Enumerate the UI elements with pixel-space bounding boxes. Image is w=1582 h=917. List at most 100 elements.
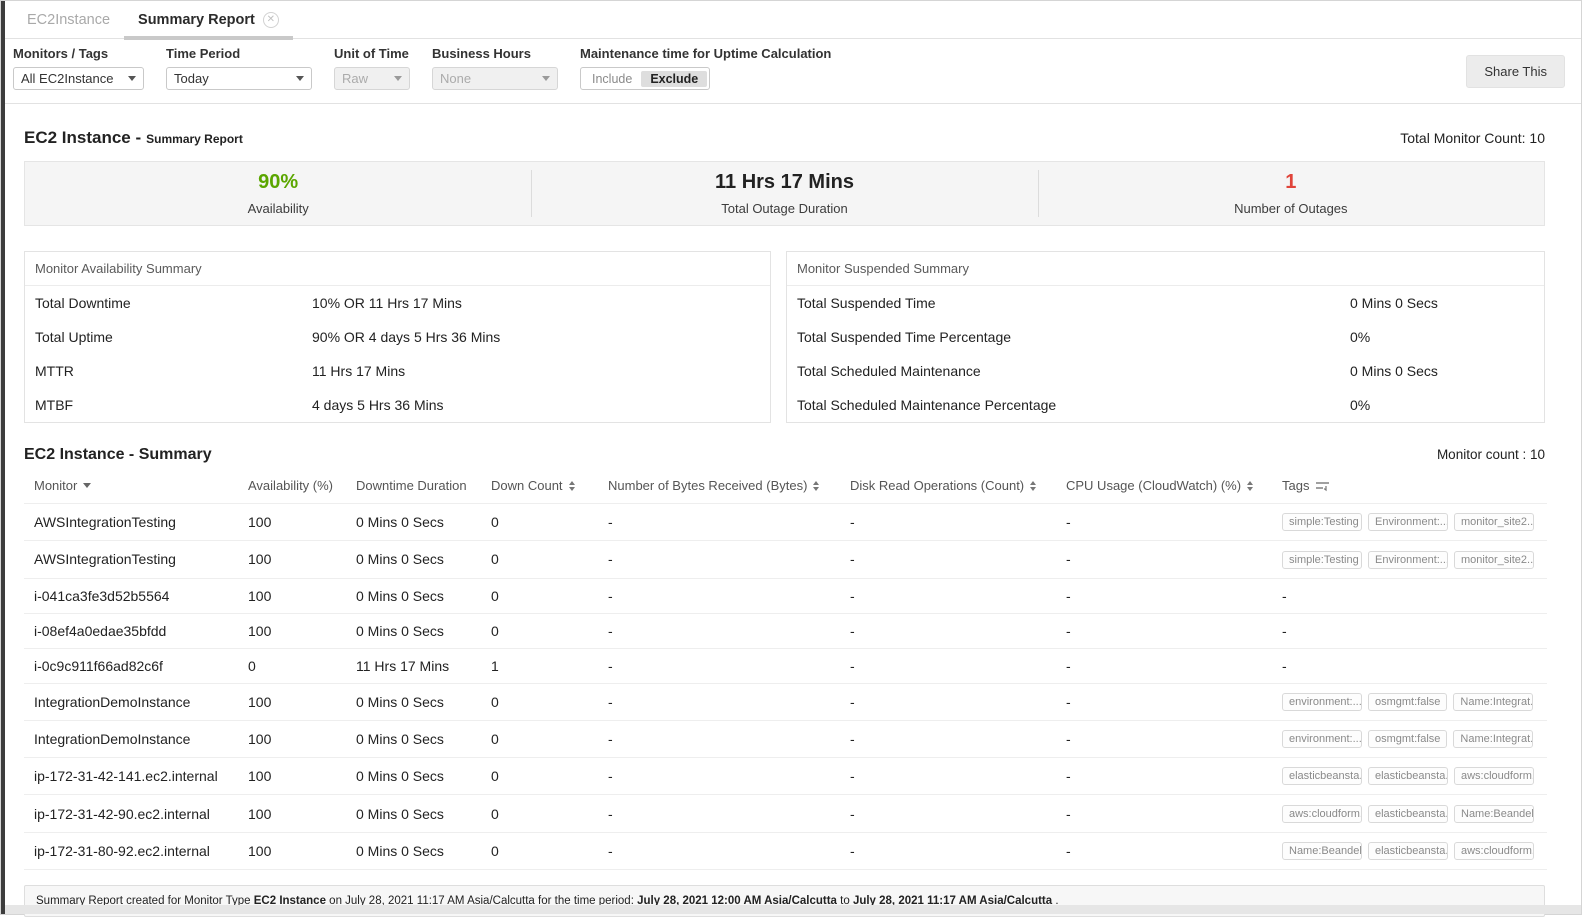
tag-chip[interactable]: Name:Integrat... (1453, 730, 1533, 748)
share-this-button[interactable]: Share This (1466, 55, 1565, 88)
monitor-name[interactable]: ip-172-31-42-90.ec2.internal (24, 795, 248, 832)
tag-chip[interactable]: Name:Integrat... (1453, 693, 1533, 711)
summary-row: MTTR 11 Hrs 17 Mins (25, 354, 770, 388)
column-header-availability[interactable]: Availability (%) (248, 468, 356, 504)
monitor-name[interactable]: AWSIntegrationTesting (24, 504, 248, 541)
availability-cell: 100 (248, 504, 356, 541)
report-content: EC2 Instance - Summary Report Total Moni… (1, 128, 1581, 917)
chevron-down-icon (128, 76, 136, 81)
sort-icon[interactable] (569, 481, 575, 491)
tag-chip[interactable]: osmgmt:false (1368, 693, 1447, 711)
tag-chip[interactable]: osmgmt:false (1368, 730, 1447, 748)
column-header-tags[interactable]: Tags (1282, 468, 1547, 504)
row-value: 0 Mins 0 Secs (1350, 363, 1438, 379)
tag-chip[interactable]: elasticbeansta... (1368, 842, 1448, 860)
tag-chip[interactable]: simple:Testing (1282, 513, 1362, 531)
tag-chip[interactable]: simple:Testing (1282, 551, 1362, 569)
monitors-tags-select[interactable]: All EC2Instance (13, 67, 144, 90)
column-header-disk-read[interactable]: Disk Read Operations (Count) (850, 468, 1066, 504)
bytes-received-cell: - (608, 832, 850, 869)
disk-read-cell: - (850, 541, 1066, 578)
caret-down-icon (83, 483, 91, 488)
column-header-monitor[interactable]: Monitor (24, 468, 248, 504)
down-count-cell: 0 (491, 832, 608, 869)
table-row: IntegrationDemoInstance1000 Mins 0 Secs0… (24, 683, 1547, 720)
column-header-bytes-received[interactable]: Number of Bytes Received (Bytes) (608, 468, 850, 504)
row-label: Total Scheduled Maintenance Percentage (787, 397, 1350, 413)
tag-chip[interactable]: elasticbeansta... (1368, 805, 1448, 823)
monitor-name[interactable]: IntegrationDemoInstance (24, 720, 248, 757)
time-period-label: Time Period (166, 46, 312, 61)
monitor-name[interactable]: i-0c9c911f66ad82c6f (24, 648, 248, 683)
cpu-usage-cell: - (1066, 613, 1282, 648)
monitor-name[interactable]: AWSIntegrationTesting (24, 541, 248, 578)
downtime-duration-cell: 0 Mins 0 Secs (356, 832, 491, 869)
summary-monitor-count: Monitor count : 10 (1437, 447, 1545, 462)
tags-filter-icon (1315, 480, 1330, 492)
tag-chip[interactable]: Name:Beandel... (1282, 842, 1362, 860)
tags-cell: simple:Testing Environment:... monitor_sit… (1282, 504, 1547, 541)
cpu-usage-cell: - (1066, 795, 1282, 832)
sort-icon[interactable] (1247, 481, 1253, 491)
sort-icon[interactable] (813, 481, 819, 491)
monitor-name[interactable]: IntegrationDemoInstance (24, 683, 248, 720)
business-hours-group: Business Hours None (432, 46, 558, 90)
disk-read-cell: - (850, 648, 1066, 683)
unit-of-time-label: Unit of Time (334, 46, 410, 61)
tags-cell: - (1282, 613, 1547, 648)
tag-chip[interactable]: elasticbeansta... (1368, 767, 1448, 785)
business-hours-select: None (432, 67, 558, 90)
row-label: Total Scheduled Maintenance (787, 363, 1350, 379)
summary-row: Total Uptime 90% OR 4 days 5 Hrs 36 Mins (25, 320, 770, 354)
tab-summary-report[interactable]: Summary Report ✕ (124, 1, 293, 38)
tags-cell: - (1282, 578, 1547, 613)
summary-row: Total Scheduled Maintenance 0 Mins 0 Sec… (787, 354, 1544, 388)
chevron-down-icon (394, 76, 402, 81)
bytes-received-cell: - (608, 683, 850, 720)
bytes-received-cell: - (608, 795, 850, 832)
tag-chip[interactable]: environment:... (1282, 693, 1362, 711)
tag-chip[interactable]: environment:... (1282, 730, 1362, 748)
monitors-tags-group: Monitors / Tags All EC2Instance (13, 46, 144, 90)
column-label: Disk Read Operations (Count) (850, 478, 1024, 493)
stats-summary-box: 90% Availability 11 Hrs 17 Mins Total Ou… (24, 161, 1545, 226)
availability-cell: 100 (248, 683, 356, 720)
time-period-select[interactable]: Today (166, 67, 312, 90)
outage-count-value: 1 (1285, 171, 1296, 194)
tag-chip[interactable]: elasticbeansta... (1282, 767, 1362, 785)
tab-ec2instance[interactable]: EC2Instance (13, 1, 124, 38)
tag-chip[interactable]: aws:cloudform... (1454, 767, 1534, 785)
tag-chip[interactable]: aws:cloudform... (1454, 842, 1534, 860)
tag-chip[interactable]: monitor_site2... (1454, 551, 1534, 569)
tag-chip[interactable]: Environment:... (1368, 551, 1448, 569)
tag-chip[interactable]: monitor_site2... (1454, 513, 1534, 531)
monitor-name[interactable]: ip-172-31-80-92.ec2.internal (24, 832, 248, 869)
unit-of-time-group: Unit of Time Raw (334, 46, 410, 90)
summary-table-body: AWSIntegrationTesting1000 Mins 0 Secs0--… (24, 504, 1547, 870)
availability-cell: 100 (248, 613, 356, 648)
downtime-duration-cell: 11 Hrs 17 Mins (356, 648, 491, 683)
exclude-button[interactable]: Exclude (641, 71, 707, 87)
tag-chip[interactable]: aws:cloudform... (1282, 805, 1362, 823)
maintenance-label: Maintenance time for Uptime Calculation (580, 46, 831, 61)
cpu-usage-cell: - (1066, 648, 1282, 683)
tag-chip[interactable]: Name:Beandel... (1454, 805, 1534, 823)
tags-cell: - (1282, 648, 1547, 683)
column-header-down-count[interactable]: Down Count (491, 468, 608, 504)
downtime-duration-cell: 0 Mins 0 Secs (356, 541, 491, 578)
sort-icon[interactable] (1030, 481, 1036, 491)
column-header-cpu-usage[interactable]: CPU Usage (CloudWatch) (%) (1066, 468, 1282, 504)
monitor-name[interactable]: i-041ca3fe3d52b5564 (24, 578, 248, 613)
monitor-name[interactable]: i-08ef4a0edae35bfdd (24, 613, 248, 648)
include-button[interactable]: Include (583, 71, 641, 87)
tag-chip[interactable]: Environment:... (1368, 513, 1448, 531)
availability-cell: 100 (248, 578, 356, 613)
table-row: ip-172-31-80-92.ec2.internal1000 Mins 0 … (24, 832, 1547, 869)
column-header-downtime-duration[interactable]: Downtime Duration (356, 468, 491, 504)
table-row: i-0c9c911f66ad82c6f011 Hrs 17 Mins1---- (24, 648, 1547, 683)
close-icon[interactable]: ✕ (263, 12, 279, 28)
horizontal-scrollbar[interactable] (5, 905, 1581, 914)
down-count-cell: 0 (491, 578, 608, 613)
table-row: ip-172-31-42-90.ec2.internal1000 Mins 0 … (24, 795, 1547, 832)
monitor-name[interactable]: ip-172-31-42-141.ec2.internal (24, 758, 248, 795)
